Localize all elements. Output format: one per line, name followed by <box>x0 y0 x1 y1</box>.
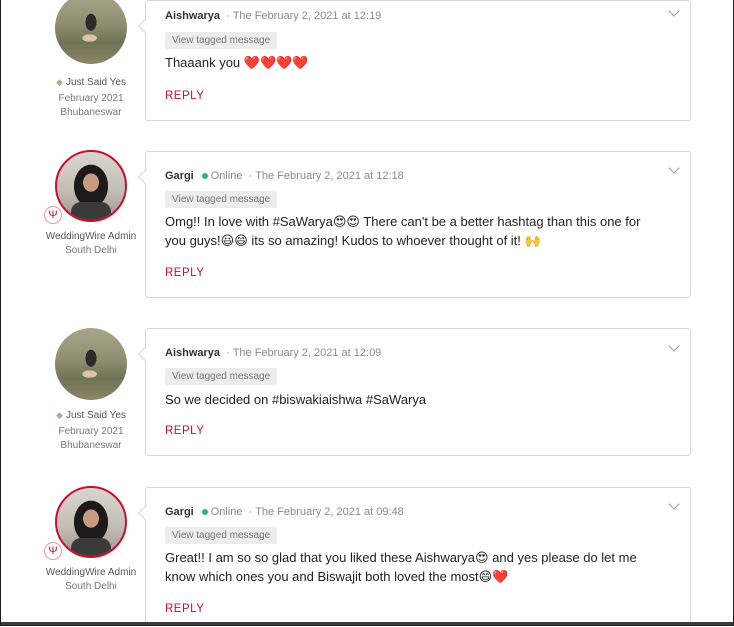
view-tagged-message-button[interactable]: View tagged message <box>165 32 278 49</box>
author-location: South Delhi <box>65 581 117 592</box>
taskbar-edge <box>1 622 733 625</box>
message-card: Aishwarya · The February 2, 2021 at 12:19 … <box>145 0 691 121</box>
author-name[interactable]: Aishwarya <box>165 10 220 22</box>
author-location: South Delhi <box>65 245 117 256</box>
timestamp: The February 2, 2021 at 12:19 <box>232 10 382 22</box>
author-name[interactable]: Gargi <box>165 506 194 518</box>
message-card: Gargi Online · The February 2, 2021 at 12:1… <box>145 151 691 298</box>
message-card: Aishwarya · The February 2, 2021 at 12:09 … <box>145 328 691 456</box>
admin-badge-icon: Ψ <box>44 206 62 224</box>
diamond-icon: ◆ <box>56 410 63 420</box>
online-status: Online <box>210 170 243 182</box>
join-date: February 2021 <box>58 93 124 104</box>
author-panel: ◆ Just Said Yes February 2021 Bhubaneswar <box>43 0 139 120</box>
view-tagged-message-button[interactable]: View tagged message <box>165 368 278 385</box>
online-status-icon <box>201 173 208 180</box>
timestamp: The February 2, 2021 at 09:48 <box>255 506 404 518</box>
member-badge: ◆ Just Said Yes <box>56 410 126 421</box>
author-location: Bhubaneswar <box>60 440 122 451</box>
message-text: Omg!! In love with #SaWarya😍😍 There can'… <box>165 214 641 248</box>
author-name[interactable]: Gargi <box>165 170 194 182</box>
message-header: Aishwarya · The February 2, 2021 at 12:09 <box>165 347 382 359</box>
online-status-icon <box>201 509 208 516</box>
timestamp: The February 2, 2021 at 12:09 <box>232 347 382 359</box>
author-panel: ◆ Just Said Yes February 2021 Bhubaneswar <box>43 328 139 453</box>
chevron-down-icon[interactable] <box>668 340 680 352</box>
message-text: So we decided on #biswakiaishwa #SaWarya <box>165 392 427 407</box>
admin-badge-icon: Ψ <box>44 542 62 560</box>
reply-button[interactable]: REPLY <box>165 603 204 615</box>
reply-button[interactable]: REPLY <box>165 425 204 437</box>
join-date: February 2021 <box>58 426 124 437</box>
member-badge: ◆ Just Said Yes <box>56 77 126 88</box>
online-status: Online <box>210 506 243 518</box>
author-panel: Ψ WeddingWire Admin South Delhi <box>43 486 139 594</box>
forum-thread: ◆ Just Said Yes February 2021 Bhubaneswar… <box>0 0 734 626</box>
avatar[interactable] <box>55 0 127 64</box>
author-panel: Ψ WeddingWire Admin South Delhi <box>43 150 139 258</box>
reply-button[interactable]: REPLY <box>165 267 204 279</box>
avatar[interactable] <box>55 486 127 558</box>
view-tagged-message-button[interactable]: View tagged message <box>165 191 278 208</box>
author-name[interactable]: Aishwarya <box>165 347 220 359</box>
reply-button[interactable]: REPLY <box>165 90 204 102</box>
message-header: Gargi Online · The February 2, 2021 at 09:4… <box>165 506 404 518</box>
message-text: Thaaank you ❤️❤️❤️❤️ <box>165 55 309 70</box>
avatar[interactable] <box>55 150 127 222</box>
avatar[interactable] <box>55 328 127 400</box>
author-role: WeddingWire Admin <box>45 567 137 578</box>
chevron-down-icon[interactable] <box>668 498 680 510</box>
timestamp: The February 2, 2021 at 12:18 <box>255 170 404 182</box>
message-header: Gargi Online · The February 2, 2021 at 12:1… <box>165 170 404 182</box>
message-header: Aishwarya · The February 2, 2021 at 12:19 <box>165 10 382 22</box>
chevron-down-icon[interactable] <box>668 162 680 174</box>
message-text: Great!! I am so so glad that you liked t… <box>165 550 637 584</box>
chevron-down-icon[interactable] <box>668 5 680 17</box>
diamond-icon: ◆ <box>56 77 63 87</box>
message-card: Gargi Online · The February 2, 2021 at 09:4… <box>145 487 691 625</box>
author-role: WeddingWire Admin <box>45 231 137 242</box>
author-location: Bhubaneswar <box>60 107 122 118</box>
view-tagged-message-button[interactable]: View tagged message <box>165 527 278 544</box>
